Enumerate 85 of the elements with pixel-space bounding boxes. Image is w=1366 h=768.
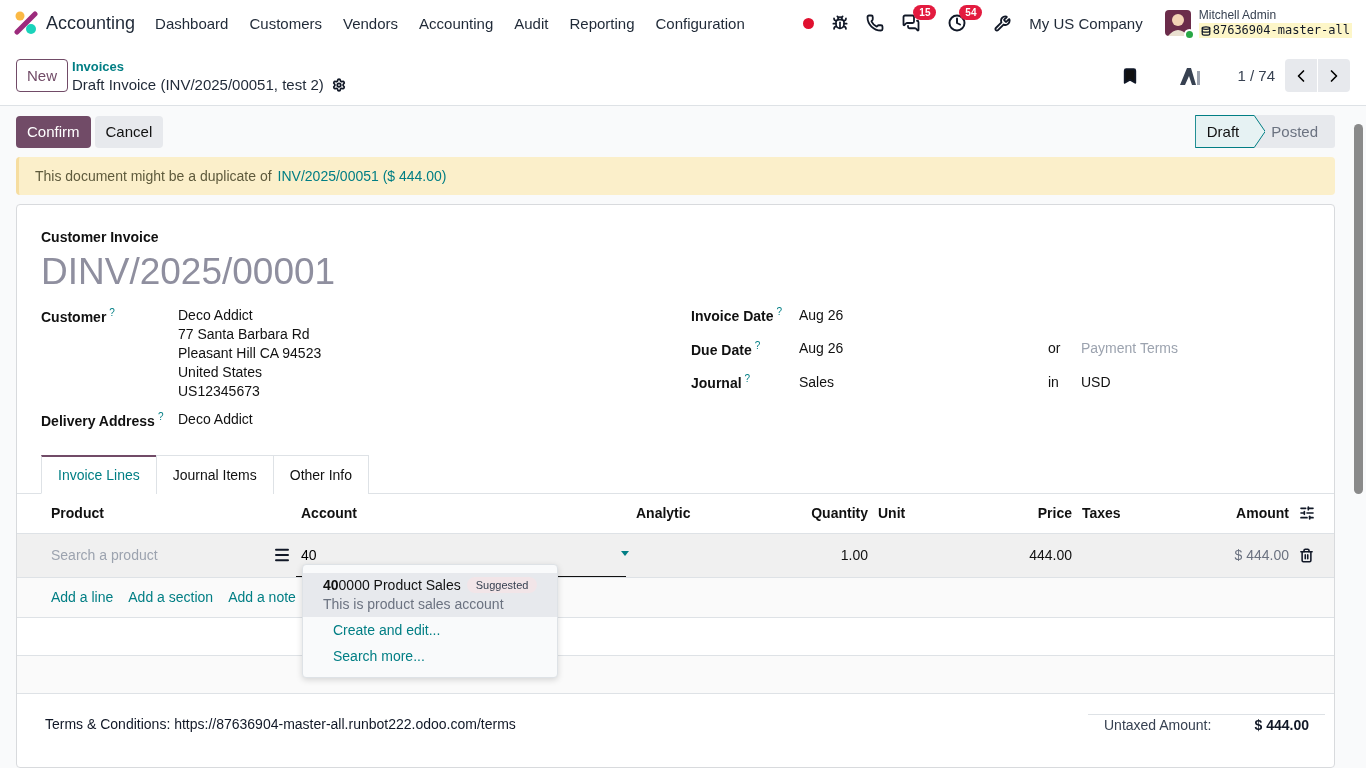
next-button[interactable] [1318,59,1350,92]
clock-icon[interactable] [948,14,967,32]
database-name: 87636904-master-all [1198,23,1352,38]
total-value: $ 444.00 [1254,716,1309,733]
previous-button[interactable] [1285,59,1317,92]
field-label: Invoice Date $^{?}$ [691,306,784,324]
field-label: Delivery Address $^{?}$ [41,411,165,429]
status-step[interactable]: Posted [1265,115,1335,148]
menu-item[interactable]: Accounting [419,14,494,32]
breadcrumb-link[interactable]: Invoices [72,57,346,76]
field-value[interactable]: 77 Santa Barbara Rd [178,326,691,342]
field-value[interactable]: Pleasant Hill CA 94523 [178,345,691,361]
field-value[interactable]: Deco Addict [178,307,691,323]
company-name[interactable]: My US Company [1029,14,1143,32]
bug-icon[interactable] [832,15,849,31]
joiner-text: or [1048,340,1062,357]
field-value[interactable]: Deco Addict [178,411,691,427]
phone-icon[interactable] [866,14,885,32]
confirm-button[interactable]: Confirm [16,115,91,148]
cancel-button[interactable]: Cancel [94,115,164,148]
field-label: Customer $^{?}$ [41,307,116,327]
column-header[interactable]: Quantity [736,505,868,522]
field-value[interactable]: Sales [799,374,1048,391]
amount-cell-text: $ 444.00 [1233,547,1289,564]
recording-dot[interactable] [803,17,815,29]
field-value[interactable]: Aug 26 [799,340,1048,357]
column-settings-icon[interactable] [1299,505,1315,522]
tools-icon[interactable] [994,14,1012,32]
total-label: Untaxed Amount: [1104,716,1212,733]
column-header[interactable]: Account [301,505,626,522]
pager-value[interactable]: 1 / 74 [1237,67,1275,84]
ai-icon[interactable] [1179,66,1202,85]
option-name: 400000 Product Sales [323,576,461,593]
field-value[interactable]: USD [1081,374,1310,391]
add-link[interactable]: Add a note [228,589,296,606]
suggested-badge: Suggested [466,576,538,593]
alert-text: This document might be a duplicate of [35,168,272,184]
field-label: Due Date $^{?}$ [691,339,762,358]
delete-icon[interactable] [1299,547,1314,563]
tab[interactable]: Other Info [272,454,370,494]
field-label: Journal $^{?}$ [691,373,752,391]
tab[interactable]: Invoice Lines [41,454,157,494]
dropdown-action[interactable]: Search more... [303,642,557,669]
database-icon [1200,25,1211,36]
user-name[interactable]: Mitchell Admin [1198,8,1352,23]
message-count: 15 [913,5,937,20]
add-link[interactable]: Add a line [51,589,114,606]
product-field[interactable]: Search a product [51,547,201,564]
price-cell-text: 444.00 [1028,547,1072,564]
column-header[interactable]: Taxes [1082,505,1182,522]
field-value[interactable]: Aug 26 [799,306,1048,323]
column-header[interactable]: Amount [1192,505,1289,522]
app-name[interactable]: Accounting [46,12,136,34]
dropdown-option[interactable]: 400000 Product Sales Suggested This is product sales account [303,572,557,617]
quantity-cell-text: 1.00 [839,547,868,564]
menu-item[interactable]: Vendors [343,14,399,32]
user-avatar[interactable] [1164,10,1191,36]
duplicate-link[interactable]: INV/2025/00051 ($ 444.00) [277,168,447,184]
dropdown-action[interactable]: Create and edit... [303,616,557,643]
menu-item[interactable]: Audit [514,14,549,32]
column-header[interactable]: Product [51,505,291,522]
column-header[interactable]: Unit [878,505,978,522]
field-value[interactable]: United States [178,364,691,380]
column-header[interactable]: Analytic [636,505,726,522]
menu-item[interactable]: Configuration [655,14,745,32]
record-title: Draft Invoice (INV/2025/00051, test 2) [72,75,324,94]
activity-count: 54 [959,5,983,20]
terms-text: Terms & Conditions: https://87636904-master-all.runbot222.odoo.com/terms [45,715,516,733]
app-logo [14,11,38,35]
settings-icon[interactable] [331,77,346,92]
caret-icon [620,551,630,558]
menu-item[interactable]: Dashboard [155,14,229,32]
joiner-text: in [1048,374,1060,391]
input-field[interactable]: Payment Terms [1081,340,1231,357]
new-button[interactable]: New [16,59,68,92]
chat-icon[interactable] [902,14,921,32]
menu-item[interactable]: Customers [249,14,322,32]
menu-item[interactable]: Reporting [569,14,635,32]
tab[interactable]: Journal Items [155,454,274,494]
field-value[interactable]: US12345673 [178,383,691,399]
status-step[interactable]: Draft [1194,115,1266,148]
invoice-type: Customer Invoice [41,229,160,245]
add-link[interactable]: Add a section [128,589,214,606]
option-description: This is product sales account [323,595,505,612]
column-header[interactable]: Price [988,505,1072,522]
